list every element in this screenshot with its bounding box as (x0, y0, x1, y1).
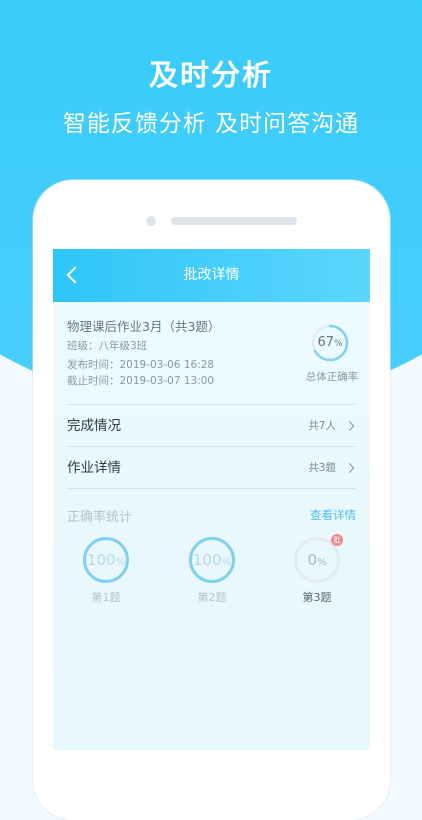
review-badge: 批 (331, 534, 343, 546)
question-2-label: 第2题 (197, 591, 227, 604)
overall-accuracy-value: 67% (310, 323, 350, 363)
overall-accuracy-label: 总体正确率 (305, 371, 359, 383)
divider (67, 488, 356, 489)
overall-accuracy-unit: % (333, 339, 343, 349)
question-1-accuracy: 100% (82, 536, 130, 584)
question-3-accuracy-unit: % (317, 557, 327, 568)
question-1-accuracy-unit: % (115, 557, 126, 568)
row-completion-label: 完成情况 (67, 418, 121, 434)
row-completion[interactable]: 完成情况 共7人 (67, 404, 356, 447)
promo-subline: 智能反馈分析 及时问答沟通 (62, 111, 360, 137)
app-screen: 批改详情 物理课后作业3月（共3题） 班级：八年级3班 发布时间：2019-03… (53, 249, 370, 750)
row-homework-detail[interactable]: 作业详情 共3题 (67, 446, 356, 489)
overall-accuracy-number: 67 (317, 335, 334, 350)
homework-title: 物理课后作业3月（共3题） (67, 319, 221, 334)
homework-class: 班级：八年级3班 (67, 340, 148, 352)
page-title: 批改详情 (183, 267, 240, 283)
question-2-accuracy-unit: % (221, 557, 232, 568)
view-details-link[interactable]: 查看详情 (310, 507, 356, 523)
phone-speaker (171, 217, 297, 225)
promo-headline: 及时分析 (148, 58, 273, 92)
row-completion-value: 共7人 (308, 420, 336, 432)
question-3-label[interactable]: 第3题 (287, 589, 347, 605)
question-2-accuracy: 100% (188, 536, 236, 584)
chevron-right-icon (344, 421, 355, 431)
question-3-accuracy-number: 0 (307, 551, 318, 569)
homework-deadline: 截止时间：2019-03-07 13:00 (67, 375, 215, 387)
question-1-label: 第1题 (91, 591, 121, 604)
row-homework-detail-label: 作业详情 (67, 460, 121, 476)
question-2-accuracy-number: 100 (192, 551, 222, 569)
phone-camera (146, 216, 156, 226)
row-homework-detail-value: 共3题 (308, 462, 336, 474)
nav-bar: 批改详情 (53, 249, 370, 302)
homework-publish-time: 发布时间：2019-03-06 16:28 (67, 359, 215, 371)
question-1-accuracy-number: 100 (86, 551, 116, 569)
chevron-right-icon (344, 463, 355, 473)
accuracy-stats-title: 正确率统计 (67, 510, 133, 525)
